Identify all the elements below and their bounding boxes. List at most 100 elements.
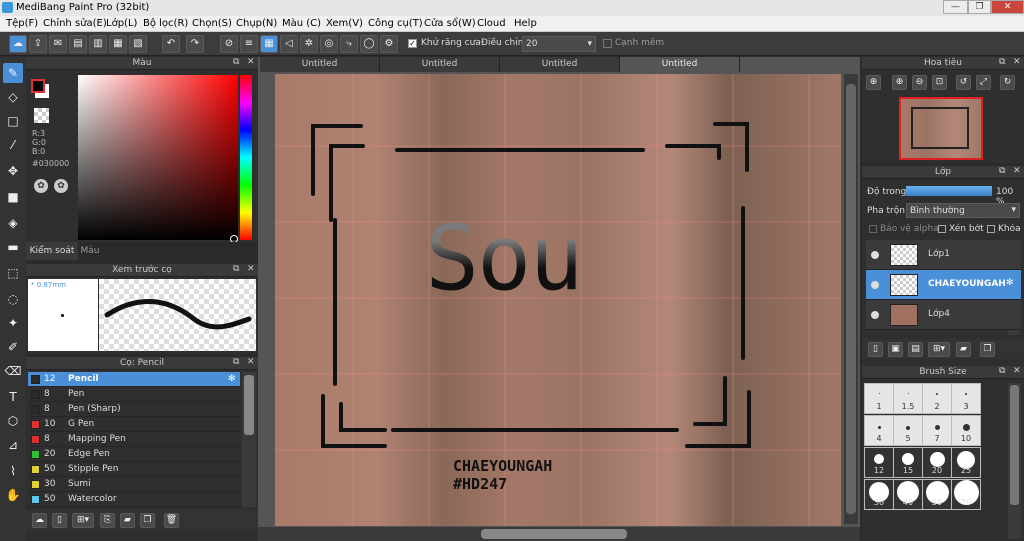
hue-slider[interactable] bbox=[240, 75, 252, 240]
brush-size-70[interactable]: 70 bbox=[951, 479, 981, 510]
layer-row-3[interactable]: Lớp4 bbox=[866, 300, 1021, 330]
snap-off-icon[interactable]: ⊘ bbox=[220, 35, 238, 53]
copy-brush-icon[interactable]: ⎘ bbox=[100, 513, 115, 528]
comment-icon[interactable]: ✉ bbox=[49, 35, 67, 53]
brush-item-stipple-pen[interactable]: 50 Stipple Pen bbox=[28, 462, 240, 477]
zoom-in-icon[interactable]: ⊕ bbox=[866, 75, 881, 90]
protect-alpha-checkbox[interactable] bbox=[869, 225, 877, 233]
lock-checkbox[interactable] bbox=[987, 225, 995, 233]
popout-icon[interactable]: ⧉ bbox=[233, 357, 239, 367]
menu-tools[interactable]: Công cụ(T) bbox=[368, 18, 423, 29]
soft-edge-checkbox[interactable] bbox=[603, 39, 612, 48]
cloud-icon[interactable]: ☁ bbox=[9, 35, 27, 53]
clip-checkbox[interactable] bbox=[938, 225, 946, 233]
brush-size-25[interactable]: 25 bbox=[951, 447, 981, 478]
brush-size-15[interactable]: 15 bbox=[893, 447, 923, 478]
shape-tool-icon[interactable]: □ bbox=[3, 111, 23, 131]
brush-item-sumi[interactable]: 30 Sumi bbox=[28, 477, 240, 492]
grid-icon[interactable]: ▦ bbox=[109, 35, 127, 53]
ellipse-snap-icon[interactable]: ◯ bbox=[360, 35, 378, 53]
drawing-canvas[interactable]: Sou CHAEYOUNGAH #HD247 bbox=[275, 74, 841, 526]
settings-icon[interactable]: ⚙ bbox=[380, 35, 398, 53]
brush-size-20[interactable]: 20 bbox=[922, 447, 952, 478]
rect-fill-tool-icon[interactable]: ■ bbox=[3, 187, 23, 207]
brush-item-watercolor[interactable]: 50 Watercolor bbox=[28, 492, 240, 507]
foreground-color-swatch[interactable] bbox=[31, 79, 45, 93]
move-tool-icon[interactable]: ✥ bbox=[3, 161, 23, 181]
fullscreen-icon[interactable]: ⤢ bbox=[976, 75, 991, 90]
maximize-button[interactable]: ❐ bbox=[968, 0, 991, 14]
gear-icon[interactable]: ✻ bbox=[228, 372, 236, 387]
canvas-horizontal-scrollbar[interactable] bbox=[258, 527, 860, 541]
tab-untitled-2[interactable]: Untitled bbox=[380, 57, 500, 72]
brush-size-3[interactable]: 3 bbox=[951, 383, 981, 414]
zoom-out-icon[interactable]: ⊖ bbox=[912, 75, 927, 90]
minimize-button[interactable]: — bbox=[943, 0, 968, 14]
visibility-icon[interactable] bbox=[871, 281, 879, 289]
popout-icon[interactable]: ⧉ bbox=[999, 166, 1005, 176]
eraser-tool-icon[interactable]: ◇ bbox=[3, 87, 23, 107]
circle-snap-icon[interactable]: ◎ bbox=[320, 35, 338, 53]
brush-item-pencil[interactable]: 12 Pencil ✻ bbox=[28, 372, 240, 387]
curve-snap-icon[interactable]: ⤷ bbox=[340, 35, 358, 53]
menu-filter[interactable]: Bộ lọc(R) bbox=[143, 18, 188, 29]
horizontal-scroll-thumb[interactable] bbox=[481, 529, 627, 539]
brush-item-edge-pen[interactable]: 20 Edge Pen bbox=[28, 447, 240, 462]
menu-color[interactable]: Màu (C) bbox=[282, 18, 321, 29]
gradient-tool-icon[interactable]: ▬ bbox=[3, 237, 23, 257]
close-panel-icon[interactable]: ✕ bbox=[247, 57, 255, 67]
share-icon[interactable]: ⇪ bbox=[29, 35, 47, 53]
lasso-icon[interactable]: ◌ bbox=[3, 289, 23, 309]
brush-size-30[interactable]: 30 bbox=[864, 479, 894, 510]
brush-size-scrollbar[interactable] bbox=[1008, 383, 1021, 539]
cloud-brush-icon[interactable]: ☁ bbox=[32, 513, 47, 528]
blend-dropdown[interactable]: Bình thường ▾ bbox=[906, 203, 1020, 218]
text-tool-icon[interactable]: T bbox=[3, 387, 23, 407]
close-panel-icon[interactable]: ✕ bbox=[247, 357, 255, 367]
tab-brush-control[interactable]: Kiểm soát cọ bbox=[26, 242, 78, 274]
brush-size-1-5[interactable]: 1.5 bbox=[893, 383, 923, 414]
menu-help[interactable]: Help bbox=[514, 18, 537, 29]
brush-item-g-pen[interactable]: 10 G Pen bbox=[28, 417, 240, 432]
brush-size-40[interactable]: 40 bbox=[893, 479, 923, 510]
brush-list-scrollbar[interactable] bbox=[242, 372, 256, 507]
divide-tool-icon[interactable]: ⊿ bbox=[3, 435, 23, 455]
popout-icon[interactable]: ⧉ bbox=[999, 57, 1005, 67]
page-icon[interactable]: ▤ bbox=[69, 35, 87, 53]
undo-icon[interactable]: ↶ bbox=[162, 35, 180, 53]
close-button[interactable]: ✕ bbox=[991, 0, 1024, 14]
navigator-thumbnail[interactable] bbox=[899, 97, 983, 160]
brush-size-7[interactable]: 7 bbox=[922, 415, 952, 446]
eyedropper-icon[interactable]: ⌇ bbox=[3, 461, 23, 481]
parallel-snap-icon[interactable]: ≡ bbox=[240, 35, 258, 53]
canvas-vertical-scrollbar[interactable] bbox=[844, 74, 858, 524]
document-icon[interactable]: ▥ bbox=[89, 35, 107, 53]
adjust-dropdown[interactable]: 20 ▾ bbox=[522, 36, 596, 52]
menu-layer[interactable]: Lớp(L) bbox=[106, 18, 137, 29]
brush-size-5[interactable]: 5 bbox=[893, 415, 923, 446]
select-rect-icon[interactable]: ⬚ bbox=[3, 263, 23, 283]
brush-size-10[interactable]: 10 bbox=[951, 415, 981, 446]
transparent-swatch[interactable] bbox=[34, 108, 49, 123]
magic-wand-icon[interactable]: ✦ bbox=[3, 313, 23, 333]
tab-untitled-3[interactable]: Untitled bbox=[500, 57, 620, 72]
rotate-right-icon[interactable]: ↻ bbox=[1000, 75, 1015, 90]
menu-capture[interactable]: Chụp(N) bbox=[236, 18, 277, 29]
menu-cloud[interactable]: Cloud bbox=[477, 18, 506, 29]
brush-size-1[interactable]: 1 bbox=[864, 383, 894, 414]
fit-icon[interactable]: ⊡ bbox=[932, 75, 947, 90]
folder-icon[interactable]: ▰ bbox=[956, 342, 971, 357]
radial-icon[interactable]: ✲ bbox=[300, 35, 318, 53]
layer-row-2[interactable]: CHAEYOUNGAH ✻ bbox=[866, 270, 1021, 300]
brush-tool-icon[interactable]: ✎ bbox=[3, 63, 23, 83]
palette-icon[interactable]: ✿ bbox=[34, 179, 48, 193]
tab-untitled-1[interactable]: Untitled bbox=[260, 57, 380, 72]
visibility-icon[interactable] bbox=[871, 311, 879, 319]
saturation-value-picker[interactable] bbox=[78, 75, 238, 240]
gear-icon[interactable]: ✻ bbox=[1006, 278, 1014, 288]
popout-icon[interactable]: ⧉ bbox=[233, 264, 239, 274]
palette-add-icon[interactable]: ✿ bbox=[54, 179, 68, 193]
new-layer-icon[interactable]: ▯ bbox=[868, 342, 883, 357]
new-halftone-layer-icon[interactable]: ▣ bbox=[888, 342, 903, 357]
menu-edit[interactable]: Chỉnh sửa(E) bbox=[43, 18, 107, 29]
